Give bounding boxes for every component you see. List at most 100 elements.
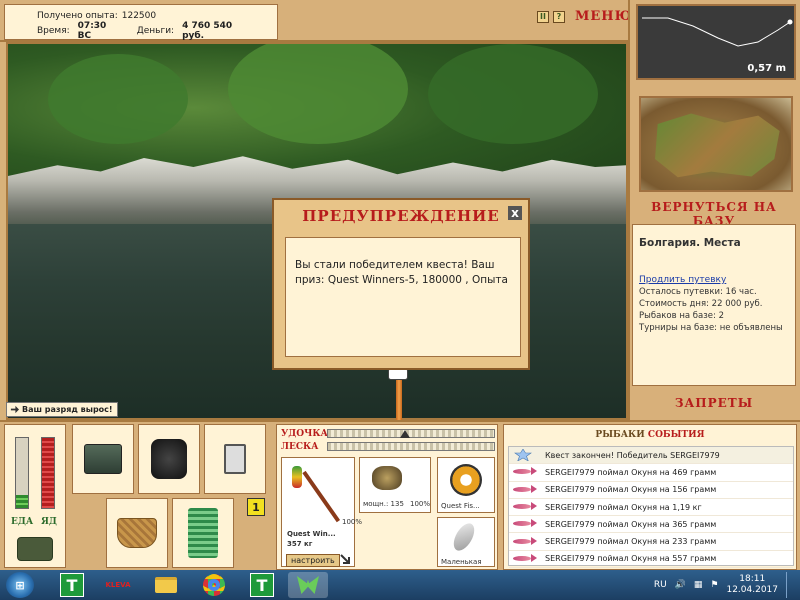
time-value: 07:30 ВС (77, 20, 107, 41)
experience-value: 122500 (121, 10, 157, 21)
rod-slot[interactable]: 100% Quest Win... 357 кг настроить (281, 457, 362, 567)
list-item: SERGEI7979 поймал Окуня на 469 грамм (509, 464, 793, 482)
bans-button[interactable]: ЗАПРЕТЫ (628, 396, 800, 410)
clock-time: 18:11 (739, 574, 766, 584)
fish-icon (513, 466, 539, 478)
reel-gear-icon (372, 466, 402, 490)
gear-panel: УДОЧКА ЛЕСКА 100% Quest Win... 357 кг на… (276, 424, 498, 570)
day-cost: Стоимость дня: 22 000 руб. (639, 299, 763, 309)
backpack-slot[interactable] (138, 424, 200, 494)
tree-foliage (428, 44, 598, 144)
events-panel: РЫБАКИ СОБЫТИЯ Квест закончен! Победител… (503, 424, 797, 570)
taskbar-app-kleva[interactable]: KLEVA (98, 572, 138, 598)
anglers-count: Рыбаков на базе: 2 (639, 311, 724, 321)
close-icon[interactable]: x (508, 206, 522, 220)
money-value: 4 760 540 руб. (182, 20, 233, 41)
pause-button[interactable]: II (537, 10, 549, 23)
taskbar-app-t2[interactable]: T (242, 572, 282, 598)
network-icon[interactable]: ▦ (694, 580, 703, 590)
tree-foliage (48, 54, 188, 144)
level-badge: 1 (247, 498, 265, 516)
fish-icon (513, 518, 539, 530)
keepnet-slot[interactable] (172, 498, 234, 568)
fish-icon (513, 484, 539, 496)
language-indicator[interactable]: RU (654, 580, 667, 590)
reel-condition: 100% (410, 500, 431, 508)
place-name: Болгария. Места (639, 237, 741, 249)
rod-condition: 100% (342, 518, 363, 526)
fish-icon (513, 536, 539, 548)
tournaments-status: Турниры на базе: не объявлены (639, 323, 783, 333)
lure-slot[interactable]: Маленькая (437, 517, 495, 567)
tackle-box-icon (84, 444, 122, 474)
line-label: ЛЕСКА (281, 442, 319, 452)
taskbar-game[interactable] (288, 572, 328, 598)
bag-icon[interactable] (17, 537, 53, 561)
event-text: SERGEI7979 поймал Окуня на 1,19 кг (545, 502, 702, 512)
show-desktop[interactable] (786, 572, 794, 598)
rod-icon (302, 470, 341, 523)
meters-panel: ЕДА ЯД (4, 424, 66, 568)
food-label: ЕДА (11, 517, 34, 527)
map-land (655, 113, 780, 178)
device-slot[interactable] (204, 424, 266, 494)
tackle-box-slot[interactable] (72, 424, 134, 494)
location-info: Болгария. Места Продлить путевку Осталос… (632, 224, 796, 386)
country-map[interactable] (639, 96, 793, 192)
line-slot[interactable]: Quest Fis... (437, 457, 495, 513)
clock[interactable]: 18:11 12.04.2017 (726, 574, 778, 596)
line-spool-icon (450, 464, 482, 496)
tab-events[interactable]: СОБЫТИЯ (648, 430, 705, 440)
top-bar: Получено опыта: 122500 Время: 07:30 ВС Д… (0, 0, 632, 42)
list-item: SERGEI7979 поймал Окуня на 233 грамм (509, 533, 793, 551)
depth-profile: 0,57 m (636, 4, 796, 80)
lure-name: Маленькая (441, 558, 482, 566)
list-item: SERGEI7979 поймал Окуня на 156 грамм (509, 482, 793, 499)
list-item: SERGEI7979 поймал Окуня на 365 грамм (509, 516, 793, 534)
event-text: SERGEI7979 поймал Окуня на 469 грамм (545, 467, 717, 477)
folder-icon (155, 577, 177, 593)
player-info: Получено опыта: 122500 Время: 07:30 ВС Д… (4, 4, 278, 41)
rod-weight: 357 кг (287, 540, 313, 548)
volume-icon[interactable]: 🔊 (675, 580, 686, 590)
food-meter-fill (16, 495, 28, 508)
echo-sounder-icon (224, 444, 246, 474)
rod-lure-icon (292, 466, 302, 488)
chrome-icon (203, 574, 225, 596)
bait-meter (41, 437, 55, 509)
rod-name: Quest Win... (287, 530, 336, 538)
configure-button[interactable]: настроить (286, 554, 340, 567)
windows-taskbar: ⊞ T KLEVA T RU 🔊 ▦ ⚑ 18:11 12.04.2017 (0, 570, 800, 600)
star-icon (513, 448, 539, 462)
help-button[interactable]: ? (553, 10, 565, 23)
taskbar-app-t1[interactable]: T (52, 572, 92, 598)
start-button[interactable]: ⊞ (6, 572, 34, 598)
list-item: Квест закончен! Победитель SERGEI7979 (509, 447, 793, 465)
rod-label: УДОЧКА (281, 429, 328, 439)
time-label: Время: (37, 25, 70, 36)
app-t-icon: T (250, 573, 274, 597)
list-item: SERGEI7979 поймал Окуня на 557 грамм (509, 551, 793, 569)
bait-label: ЯД (41, 517, 57, 527)
basket-icon (117, 518, 157, 548)
taskbar-chrome[interactable] (194, 572, 234, 598)
taskbar-explorer[interactable] (146, 572, 186, 598)
arrow-down-right-icon[interactable] (340, 554, 352, 566)
top-controls: II ? МЕНЮ (537, 9, 632, 24)
flag-icon[interactable]: ⚑ (710, 580, 718, 590)
events-list[interactable]: Квест закончен! Победитель SERGEI7979 SE… (508, 446, 794, 569)
tension-marker-icon (400, 430, 410, 438)
extend-trip-link[interactable]: Продлить путевку (639, 275, 789, 285)
dialog-message: Вы стали победителем квеста! Ваш приз: Q… (285, 237, 521, 357)
trip-left: Осталось путевки: 16 час. (639, 287, 757, 297)
bans-label: ЗАПРЕТЫ (674, 396, 754, 410)
event-text: SERGEI7979 поймал Окуня на 233 грамм (545, 537, 717, 547)
experience-label: Получено опыта: (37, 10, 118, 21)
event-text: Квест закончен! Победитель SERGEI7979 (545, 450, 720, 460)
menu-button[interactable]: МЕНЮ (575, 9, 632, 24)
system-tray: RU 🔊 ▦ ⚑ 18:11 12.04.2017 (654, 572, 794, 598)
money-label: Деньги: (136, 25, 175, 36)
reel-slot[interactable]: мощн.: 135 100% (359, 457, 431, 513)
basket-slot[interactable] (106, 498, 168, 568)
tab-anglers[interactable]: РЫБАКИ (595, 430, 644, 440)
